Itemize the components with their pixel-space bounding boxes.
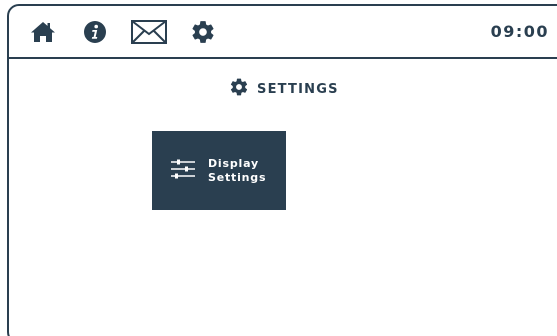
gear-icon — [229, 77, 249, 101]
gear-icon — [190, 19, 216, 45]
mail-button[interactable] — [131, 18, 167, 46]
home-icon — [30, 21, 56, 43]
tile-label-line1: Display — [208, 156, 259, 170]
display-settings-tile[interactable]: Display Settings — [152, 131, 286, 210]
tile-label: Display Settings — [208, 157, 266, 185]
tile-label-line2: Settings — [208, 170, 267, 184]
settings-button[interactable] — [189, 18, 217, 46]
page-title: SETTINGS — [257, 81, 339, 97]
clock: 09:00 — [490, 22, 549, 41]
info-button[interactable] — [81, 18, 109, 46]
info-icon — [83, 20, 107, 44]
top-bar: 09:00 — [9, 6, 557, 59]
device-screen: 09:00 SETTINGS Display Settings — [7, 4, 557, 336]
home-button[interactable] — [29, 18, 57, 46]
mail-icon — [131, 20, 167, 44]
sliders-icon — [170, 158, 196, 184]
page-header: SETTINGS — [229, 77, 339, 101]
